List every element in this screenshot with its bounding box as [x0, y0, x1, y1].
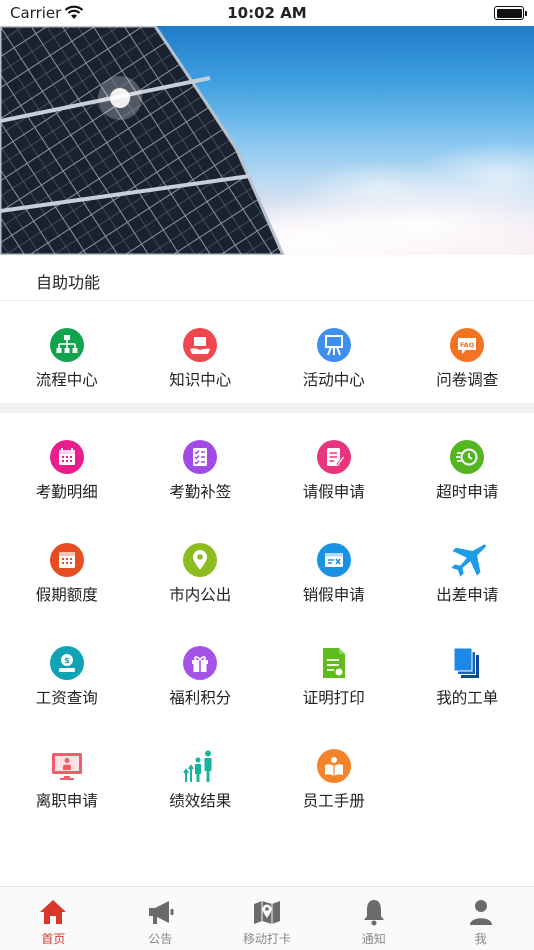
- menu-item-process-center[interactable]: 流程中心: [0, 301, 134, 404]
- menu-item-travel-request[interactable]: 出差申请: [401, 516, 534, 619]
- banner-image[interactable]: [0, 26, 534, 255]
- menu-item-label: 福利积分: [169, 689, 232, 707]
- tab-mobile-checkin[interactable]: 移动打卡: [214, 887, 321, 950]
- section-divider: [0, 403, 534, 413]
- menu-item-label: 考勤补签: [169, 483, 232, 501]
- clock-time: 10:02 AM: [227, 4, 307, 22]
- menu-item-welfare-points[interactable]: 福利积分: [134, 619, 268, 722]
- menu-item-attendance-supplement[interactable]: 考勤补签: [134, 413, 268, 516]
- cancel-leave-icon: [316, 543, 351, 577]
- service-row: 离职申请 绩效结果 员工手册: [0, 722, 534, 825]
- menu-item-label: 市内公出: [169, 586, 232, 604]
- service-grid: 考勤明细 考勤补签 请假申请 超时申请 假期额度 市内公出 销假申请 出差申请 …: [0, 413, 534, 825]
- salary-coin-icon: $: [49, 646, 84, 680]
- menu-item-leave-request[interactable]: 请假申请: [267, 413, 401, 516]
- menu-item-label: 假期额度: [35, 586, 98, 604]
- menu-item-label: 我的工单: [436, 689, 499, 707]
- menu-item-label: 出差申请: [436, 586, 499, 604]
- menu-item-label: 考勤明细: [35, 483, 98, 501]
- menu-item-attendance-detail[interactable]: 考勤明细: [0, 413, 134, 516]
- documents-icon: [453, 647, 480, 678]
- tab-notifications[interactable]: 通知: [320, 887, 427, 950]
- menu-item-label: 活动中心: [302, 371, 365, 389]
- menu-item-label: 离职申请: [35, 792, 98, 810]
- map-pin-icon: [253, 901, 280, 924]
- menu-item-employee-handbook[interactable]: 员工手册: [267, 722, 401, 825]
- svg-text:FAQ: FAQ: [460, 341, 475, 349]
- activity-easel-icon: [316, 328, 351, 362]
- tab-label: 通知: [361, 932, 386, 946]
- app-screen: Carrier 10:02 AM 自助功能 流程中心 知识中心 活动中心 FAQ…: [0, 0, 534, 950]
- person-icon: [469, 900, 492, 925]
- service-row: 假期额度 市内公出 销假申请 出差申请: [0, 516, 534, 619]
- tab-label: 移动打卡: [242, 932, 291, 946]
- menu-item-my-work-orders[interactable]: 我的工单: [401, 619, 534, 722]
- airplane-icon: [451, 544, 487, 577]
- menu-item-knowledge-center[interactable]: 知识中心: [134, 301, 268, 404]
- menu-item-overtime-request[interactable]: 超时申请: [401, 413, 534, 516]
- tab-me[interactable]: 我: [427, 887, 534, 950]
- menu-item-label: 知识中心: [169, 371, 232, 389]
- menu-item-label: 绩效结果: [169, 792, 232, 810]
- flowchart-icon: [49, 328, 84, 362]
- tab-bar: 首页 公告 移动打卡 通知 我: [0, 886, 534, 950]
- status-bar: Carrier 10:02 AM: [0, 0, 534, 26]
- svg-text:$: $: [64, 656, 70, 665]
- menu-item-activity-center[interactable]: 活动中心: [267, 301, 401, 404]
- holiday-calendar-icon: [49, 543, 84, 577]
- menu-item-salary-inquiry[interactable]: $ 工资查询: [0, 619, 134, 722]
- tab-announcements[interactable]: 公告: [107, 887, 214, 950]
- tab-label: 我: [474, 932, 487, 946]
- menu-item-label: 员工手册: [302, 792, 365, 810]
- overtime-clock-icon: [450, 440, 485, 474]
- section-header: 自助功能: [0, 255, 534, 301]
- menu-item-label: 销假申请: [302, 586, 365, 604]
- performance-people-icon: [183, 750, 212, 782]
- bell-icon: [363, 900, 384, 926]
- checklist-icon: [183, 440, 218, 474]
- menu-item-performance-results[interactable]: 绩效结果: [134, 722, 268, 825]
- service-row: 考勤明细 考勤补签 请假申请 超时申请: [0, 413, 534, 516]
- megaphone-icon: [149, 901, 174, 924]
- tab-home[interactable]: 首页: [0, 887, 107, 950]
- menu-item-label: 证明打印: [302, 689, 365, 707]
- faq-bubble-icon: FAQ: [450, 328, 485, 362]
- resign-monitor-icon: [51, 753, 82, 780]
- menu-item-holiday-quota[interactable]: 假期额度: [0, 516, 134, 619]
- solar-panel-illustration: [0, 26, 534, 255]
- menu-item-label: 请假申请: [302, 483, 365, 501]
- battery-icon: [494, 6, 527, 20]
- menu-item-label: 流程中心: [35, 371, 98, 389]
- certificate-icon: [322, 648, 345, 678]
- location-pin-icon: [183, 543, 218, 577]
- handbook-icon: [316, 749, 351, 783]
- gift-icon: [183, 646, 218, 680]
- menu-item-certificate-print[interactable]: 证明打印: [267, 619, 401, 722]
- tab-label: 首页: [41, 932, 66, 946]
- primary-feature-grid: 流程中心 知识中心 活动中心 FAQ 问卷调查: [0, 301, 534, 404]
- menu-item-label: 超时申请: [436, 483, 499, 501]
- calendar-icon: [49, 440, 84, 474]
- section-title: 自助功能: [36, 273, 101, 292]
- menu-item-cancel-leave[interactable]: 销假申请: [267, 516, 401, 619]
- menu-item-local-business-trip[interactable]: 市内公出: [134, 516, 268, 619]
- menu-item-resignation[interactable]: 离职申请: [0, 722, 134, 825]
- home-icon: [40, 900, 67, 924]
- leave-form-icon: [316, 440, 351, 474]
- primary-row: 流程中心 知识中心 活动中心 FAQ 问卷调查: [0, 301, 534, 404]
- menu-item-label: 问卷调查: [436, 371, 499, 389]
- tab-label: 公告: [148, 932, 173, 946]
- knowledge-hand-icon: [183, 328, 218, 362]
- menu-item-label: 工资查询: [35, 689, 98, 707]
- menu-item-survey[interactable]: FAQ 问卷调查: [401, 301, 534, 404]
- service-row: $ 工资查询 福利积分 证明打印 我的工单: [0, 619, 534, 722]
